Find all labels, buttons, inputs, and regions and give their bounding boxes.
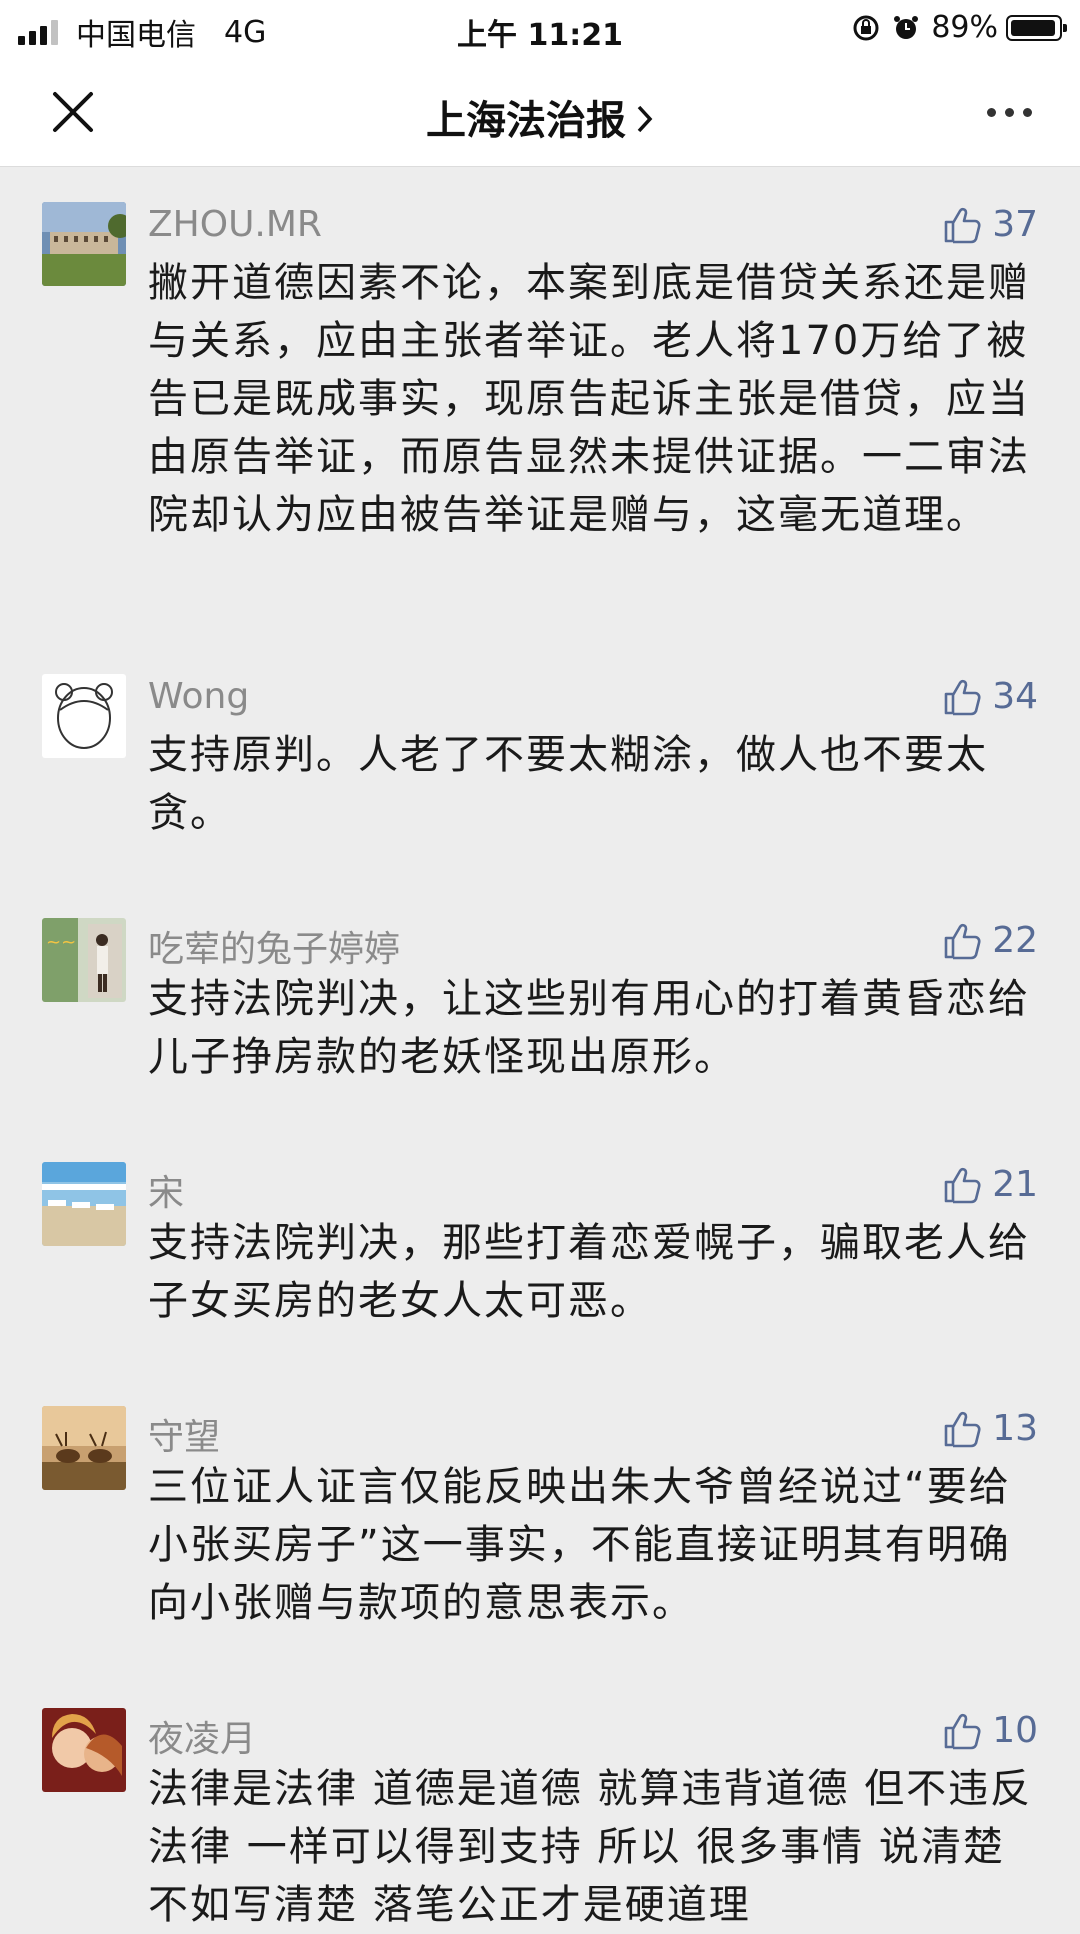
like-count: 13 bbox=[992, 1408, 1038, 1449]
comment-author[interactable]: 守望 bbox=[148, 1408, 220, 1460]
comment-text: 三位证人证言仅能反映出朱大爷曾经说过“要给小张买房子”这一事实，不能直接证明其有… bbox=[148, 1464, 1011, 1626]
account-title-link[interactable]: 上海法治报 bbox=[0, 88, 1080, 146]
battery-percent: 89% bbox=[931, 10, 998, 45]
comment-author[interactable]: 宋 bbox=[148, 1164, 184, 1216]
like-button[interactable]: 21 bbox=[942, 1164, 1038, 1205]
avatar[interactable] bbox=[42, 202, 126, 286]
avatar[interactable]: ~~ bbox=[42, 918, 126, 1002]
comment-text: 支持原判。人老了不要太糊涂，做人也不要太贪。 bbox=[148, 732, 988, 836]
thumbs-up-icon bbox=[944, 1713, 981, 1749]
comment-text: 支持法院判决，让这些别有用心的打着黄昏恋给儿子挣房款的老妖怪现出原形。 bbox=[148, 976, 1030, 1080]
nav-bar: 上海法治报 bbox=[0, 56, 1080, 167]
like-count: 21 bbox=[992, 1164, 1038, 1205]
thumbs-up-icon bbox=[944, 1411, 981, 1447]
thumbs-up-icon bbox=[944, 207, 981, 243]
avatar[interactable] bbox=[42, 1708, 126, 1792]
more-icon[interactable] bbox=[978, 108, 1032, 117]
like-button[interactable]: 10 bbox=[942, 1710, 1038, 1751]
svg-text:~~: ~~ bbox=[46, 932, 76, 953]
comment-author[interactable]: ZHOU.MR bbox=[148, 204, 322, 245]
like-button[interactable]: 34 bbox=[942, 676, 1038, 717]
thumbs-up-icon bbox=[944, 679, 981, 715]
chevron-right-icon bbox=[636, 98, 654, 144]
battery-icon bbox=[1006, 14, 1067, 41]
comment-text: 支持法院判决，那些打着恋爱幌子，骗取老人给子女买房的老女人太可恶。 bbox=[148, 1220, 1030, 1324]
thumbs-up-icon bbox=[944, 923, 981, 959]
like-count: 22 bbox=[992, 920, 1038, 961]
page-title: 上海法治报 bbox=[426, 98, 626, 144]
avatar[interactable] bbox=[42, 674, 126, 758]
comment-text: 法律是法律 道德是道德 就算违背道德 但不违反法律 一样可以得到支持 所以 很多… bbox=[148, 1766, 1033, 1928]
comment-text: 撇开道德因素不论，本案到底是借贷关系还是赠与关系，应由主张者举证。老人将170万… bbox=[148, 260, 1030, 538]
like-count: 37 bbox=[992, 204, 1038, 245]
like-count: 10 bbox=[992, 1710, 1038, 1751]
like-button[interactable]: 13 bbox=[942, 1408, 1038, 1449]
rotation-lock-icon bbox=[853, 15, 879, 40]
like-count: 34 bbox=[992, 676, 1038, 717]
status-bar: 中国电信 4G 上午 11:21 89% bbox=[0, 0, 1080, 56]
avatar[interactable] bbox=[42, 1162, 126, 1246]
avatar[interactable] bbox=[42, 1406, 126, 1490]
like-button[interactable]: 22 bbox=[942, 920, 1038, 961]
comment-author[interactable]: Wong bbox=[148, 676, 249, 717]
thumbs-up-icon bbox=[944, 1167, 981, 1203]
comment-author[interactable]: 夜凌月 bbox=[148, 1710, 256, 1762]
alarm-icon bbox=[894, 15, 919, 39]
like-button[interactable]: 37 bbox=[942, 204, 1038, 245]
status-right: 89% bbox=[851, 10, 1067, 45]
comment-author[interactable]: 吃荤的兔子婷婷 bbox=[148, 920, 400, 972]
